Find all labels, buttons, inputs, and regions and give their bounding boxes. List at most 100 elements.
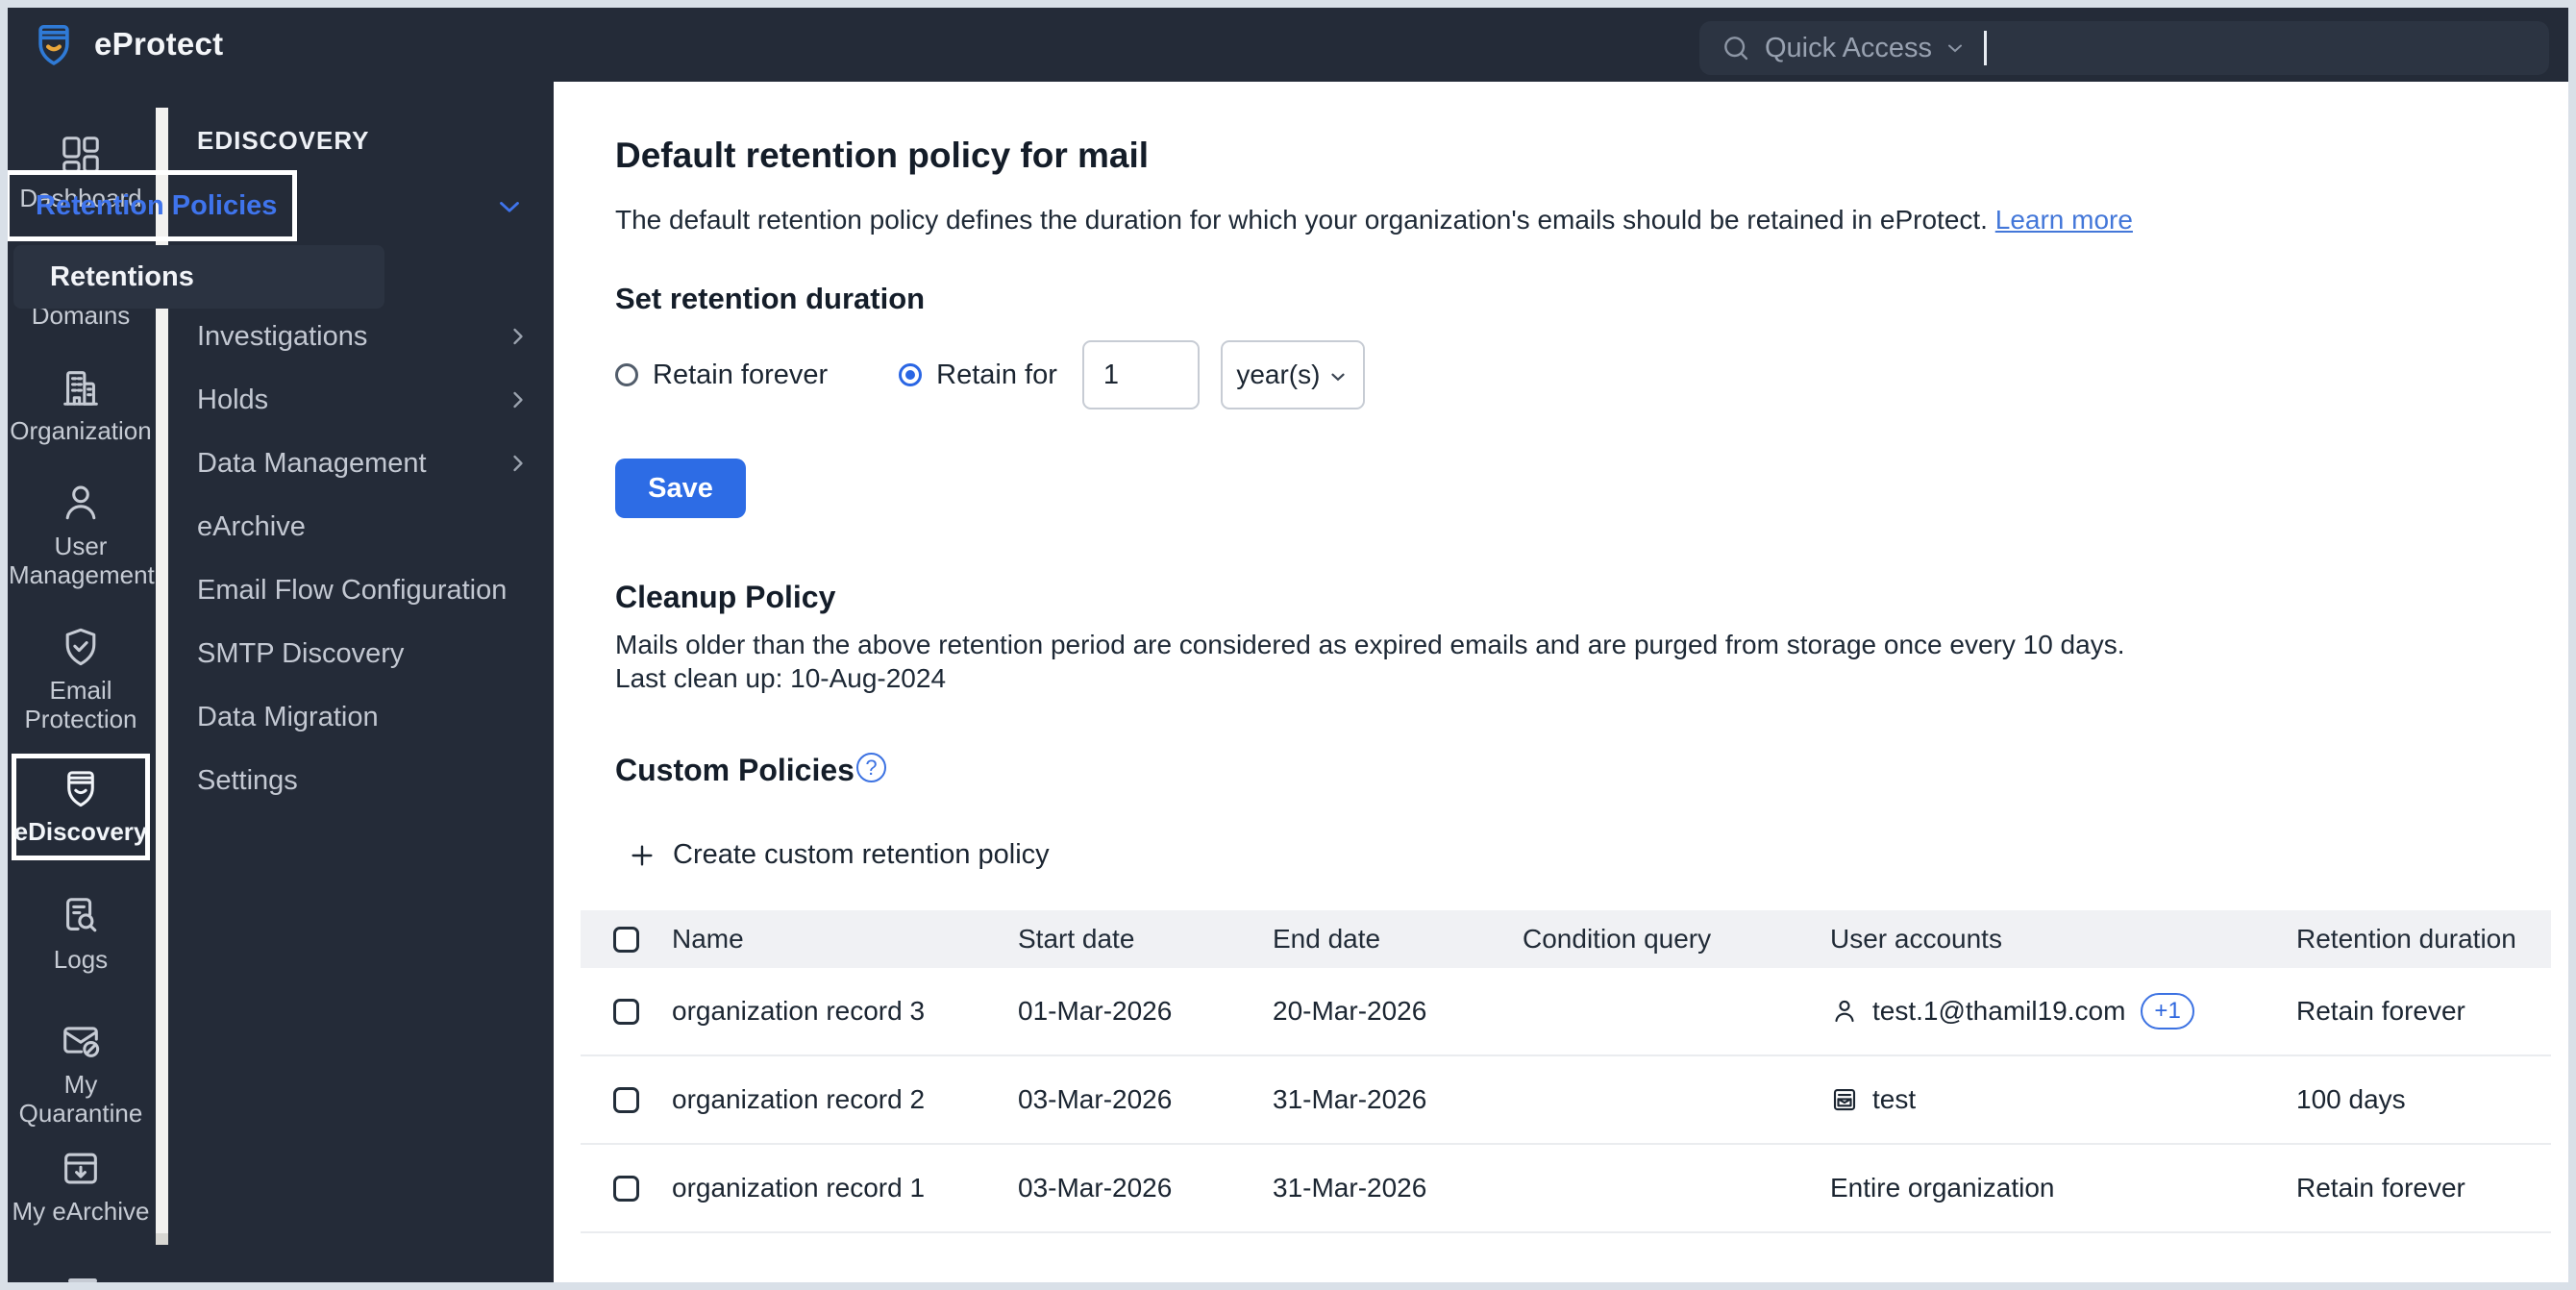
row-checkbox[interactable] xyxy=(613,1175,639,1202)
chevron-down-icon xyxy=(1331,373,1346,382)
menu-section-title: EDISCOVERY xyxy=(197,126,370,155)
quarantine-icon xyxy=(59,1019,103,1063)
sidebar-item-my-earchive[interactable]: My eArchive xyxy=(8,1146,154,1226)
learn-more-link[interactable]: Learn more xyxy=(1995,205,2133,235)
user-small-icon xyxy=(1830,997,1859,1026)
more-accounts-badge[interactable]: +1 xyxy=(2141,993,2194,1030)
description-text: The default retention policy defines the… xyxy=(615,205,1988,235)
page-description: The default retention policy defines the… xyxy=(615,205,2133,236)
policy-name: organization record 2 xyxy=(672,1084,926,1114)
column-header-user-accounts: User accounts xyxy=(1830,924,2002,954)
search-icon xyxy=(1724,37,1748,61)
custom-policies-title: Custom Policies xyxy=(615,753,855,787)
retain-for-label[interactable]: Retain for xyxy=(936,360,1057,391)
eprotect-logo-icon xyxy=(38,24,69,65)
row-checkbox[interactable] xyxy=(613,998,639,1025)
end-date: 20-Mar-2026 xyxy=(1273,996,1427,1026)
row-select-cell xyxy=(581,998,672,1025)
select-all-checkbox[interactable] xyxy=(613,926,639,953)
menu-item-retentions-active[interactable]: Retentions xyxy=(13,245,384,309)
earchive-icon xyxy=(59,1146,103,1190)
main-content: Default retention policy for mail The de… xyxy=(554,82,2568,1282)
plus-icon xyxy=(632,844,653,866)
menu-item-label: Data Migration xyxy=(197,701,379,732)
menu-item-data-migration[interactable]: Data Migration xyxy=(8,685,554,749)
retention-duration-options: Retain forever Retain for year(s) xyxy=(615,339,1365,410)
sidebar-item-logs[interactable]: Logs xyxy=(8,894,154,974)
app-window: eProtect Quick Access Dashboard Domains Or… xyxy=(8,8,2568,1282)
logs-icon xyxy=(59,894,103,938)
set-retention-heading: Set retention duration xyxy=(615,282,926,315)
chevron-right-icon xyxy=(505,386,532,413)
menu-item-label: eArchive xyxy=(197,510,306,542)
menu-item-settings[interactable]: Settings xyxy=(8,749,554,812)
menu-item-investigations[interactable]: Investigations xyxy=(8,305,554,368)
retention-duration: Retain forever xyxy=(2296,1173,2465,1203)
column-header-start-date: Start date xyxy=(1018,924,1135,954)
chevron-right-icon xyxy=(505,323,532,350)
chevron-right-icon xyxy=(505,450,532,477)
column-header-name: Name xyxy=(672,924,744,954)
table-row: organization record 1 03-Mar-2026 31-Mar-2… xyxy=(581,1145,2551,1233)
retention-duration: Retain forever xyxy=(2296,996,2465,1026)
save-button[interactable]: Save xyxy=(615,459,746,518)
policy-name: organization record 3 xyxy=(672,996,926,1026)
last-cleanup-text: Last clean up: 10-Aug-2024 xyxy=(615,663,947,693)
menu-item-data-management[interactable]: Data Management xyxy=(8,432,554,495)
column-header-retention-duration: Retention duration xyxy=(2296,924,2516,954)
retain-forever-radio[interactable] xyxy=(615,363,638,386)
duration-unit-value: year(s) xyxy=(1236,360,1321,389)
user-accounts-cell: test.1@thamil19.com +1 xyxy=(1830,993,2296,1030)
brand: eProtect xyxy=(29,19,223,69)
start-date: 01-Mar-2026 xyxy=(1018,996,1173,1026)
column-header-condition-query: Condition query xyxy=(1523,924,1712,954)
duration-unit-select[interactable]: year(s) xyxy=(1220,340,1365,409)
select-all-cell xyxy=(581,926,672,953)
menu-item-label: Data Management xyxy=(197,447,427,479)
help-icon[interactable]: ? xyxy=(855,753,886,782)
menu-item-email-flow-configuration[interactable]: Email Flow Configuration xyxy=(8,558,554,622)
scrollbar-end xyxy=(156,1233,168,1245)
user-accounts-value: test.1@thamil19.com xyxy=(1872,996,2126,1026)
topbar: eProtect Quick Access xyxy=(8,8,2568,82)
menu-item-label: Retentions xyxy=(50,260,194,292)
end-date: 31-Mar-2026 xyxy=(1273,1173,1427,1203)
user-accounts-cell: test xyxy=(1830,1084,2296,1115)
policy-name: organization record 1 xyxy=(672,1173,926,1203)
group-icon xyxy=(1830,1085,1859,1114)
user-accounts-cell: Entire organization xyxy=(1830,1173,2296,1203)
create-custom-policy-button[interactable]: Create custom retention policy xyxy=(627,839,1050,871)
row-select-cell xyxy=(581,1175,672,1202)
user-accounts-value: test xyxy=(1872,1084,1917,1114)
quick-access-search[interactable]: Quick Access xyxy=(1699,21,2549,75)
menu-item-smtp-discovery[interactable]: SMTP Discovery xyxy=(8,622,554,685)
row-checkbox[interactable] xyxy=(613,1086,639,1113)
table-row: organization record 2 03-Mar-2026 31-Mar-2… xyxy=(581,1056,2551,1145)
app-title: eProtect xyxy=(94,26,224,62)
menu-item-earchive[interactable]: eArchive xyxy=(8,495,554,558)
table-body: organization record 3 01-Mar-2026 20-Mar-2… xyxy=(581,968,2551,1233)
user-accounts-value: Entire organization xyxy=(1830,1173,2055,1203)
sidebar-item-label: Logs xyxy=(53,945,109,974)
table-row: organization record 3 01-Mar-2026 20-Mar-2… xyxy=(581,968,2551,1056)
menu-item-retention-policies[interactable]: Retention Policies xyxy=(8,170,297,241)
row-select-cell xyxy=(581,1086,672,1113)
duration-value-input[interactable] xyxy=(1081,340,1200,409)
custom-policies-table: Name Start date End date Condition query Use… xyxy=(581,910,2551,1233)
sidebar-item-label: eDiscovery xyxy=(13,817,148,846)
sidebar-item-label: My eArchive xyxy=(12,1197,150,1226)
retention-duration: 100 days xyxy=(2296,1084,2406,1114)
column-header-end-date: End date xyxy=(1273,924,1381,954)
menu-item-label: Settings xyxy=(197,764,298,796)
chevron-down-icon[interactable] xyxy=(1944,37,1967,60)
menu-item-holds[interactable]: Holds xyxy=(8,368,554,432)
sidebar-item-my-quarantine[interactable]: My Quarantine xyxy=(8,1019,154,1128)
menu-item-label: Investigations xyxy=(197,320,368,352)
menu-item-label: Email Flow Configuration xyxy=(197,574,508,606)
retain-for-radio[interactable] xyxy=(899,363,923,386)
chevron-down-icon[interactable] xyxy=(493,190,526,223)
menu-item-label: Holds xyxy=(197,384,269,415)
retain-forever-label[interactable]: Retain forever xyxy=(653,360,828,391)
page-title: Default retention policy for mail xyxy=(615,136,1150,175)
custom-policies-heading: Custom Policies? xyxy=(615,753,886,788)
